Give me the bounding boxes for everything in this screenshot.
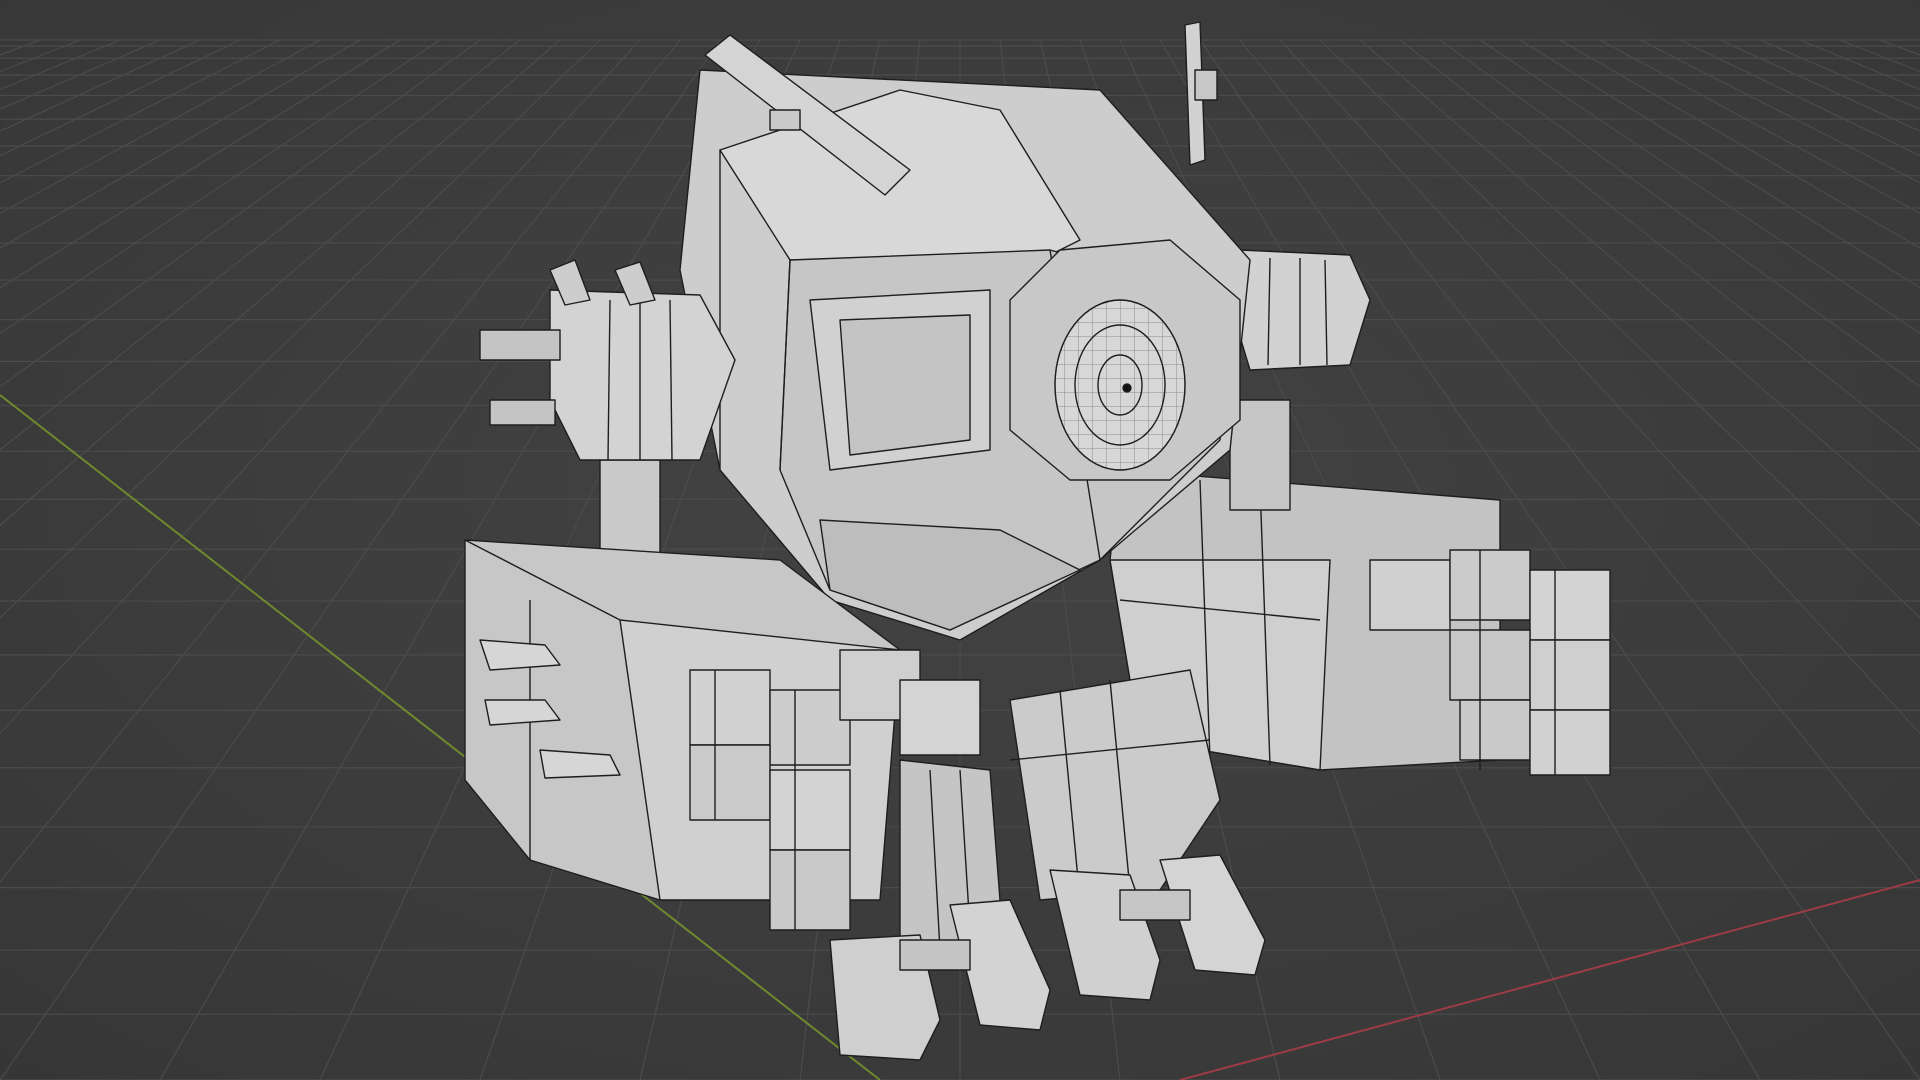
3d-viewport[interactable] <box>0 0 1920 1080</box>
viewport-canvas[interactable] <box>0 0 1920 1080</box>
eye <box>1009 239 1241 481</box>
